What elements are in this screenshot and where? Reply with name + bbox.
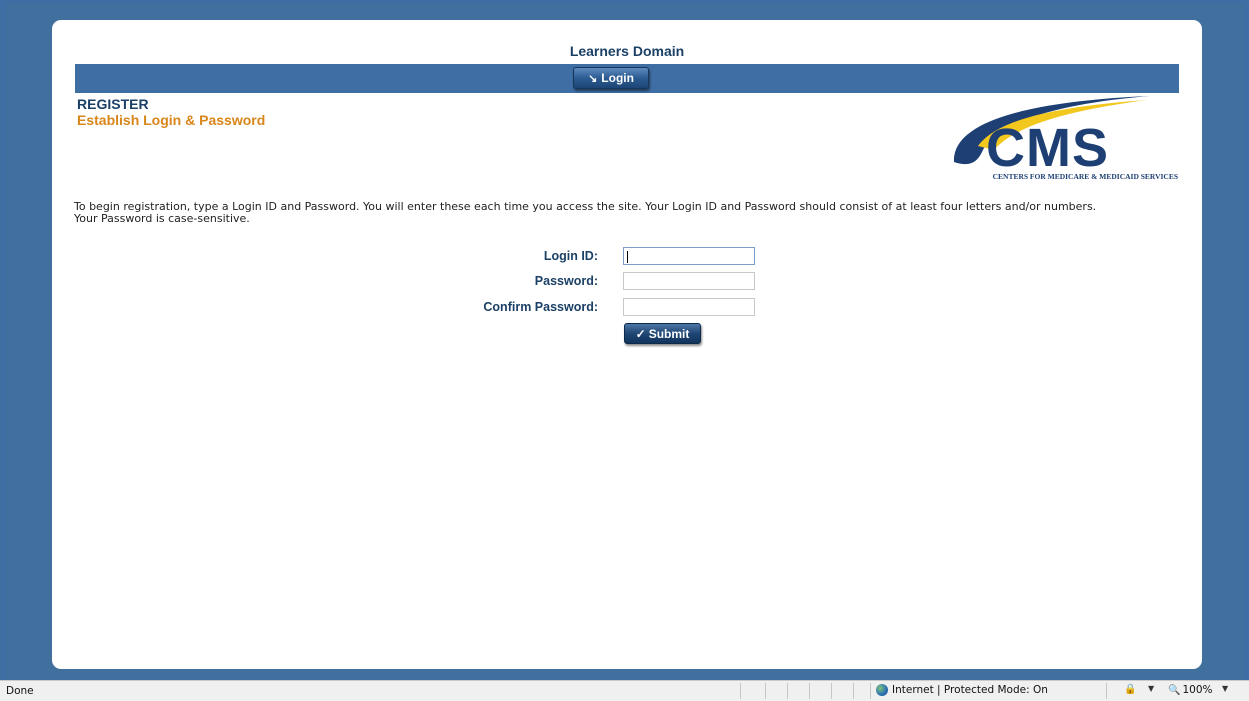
- login-id-row: Login ID:: [432, 247, 812, 267]
- text-caret: [627, 251, 628, 263]
- nav-bar: ↘ Login: [75, 64, 1179, 93]
- login-id-input[interactable]: [623, 247, 755, 265]
- magnifier-icon: 🔍: [1168, 684, 1181, 696]
- browser-viewport: Learners Domain ↘ Login REGISTER Establi…: [6, 4, 1243, 680]
- status-divider: [853, 683, 854, 699]
- status-text: Done: [6, 685, 34, 697]
- password-row: Password:: [432, 272, 812, 292]
- confirm-password-input[interactable]: [623, 298, 755, 316]
- site-title: Learners Domain: [569, 43, 685, 59]
- status-bar: Done Internet | Protected Mode: On 🔒 ▼ 🔍…: [0, 680, 1249, 701]
- page-subtitle: Establish Login & Password: [77, 112, 266, 128]
- security-zone-label: Internet | Protected Mode: On: [892, 684, 1048, 696]
- login-arrow-icon: ↘: [588, 72, 598, 85]
- status-divider: [787, 683, 788, 699]
- login-button[interactable]: ↘ Login: [573, 67, 649, 89]
- submit-button-label: Submit: [648, 326, 690, 341]
- login-id-label: Login ID:: [543, 249, 598, 263]
- globe-icon: [876, 684, 888, 696]
- submit-button[interactable]: ✓ Submit: [624, 323, 701, 344]
- login-button-label: Login: [601, 71, 634, 85]
- cms-logo: CMS CENTERS FOR MEDICARE & MEDICAID SERV…: [942, 96, 1182, 182]
- intro-line-2: Your Password is case-sensitive.: [74, 212, 250, 225]
- password-input[interactable]: [623, 272, 755, 290]
- confirm-password-row: Confirm Password:: [432, 298, 812, 318]
- status-divider: [765, 683, 766, 699]
- protected-mode-icon[interactable]: 🔒: [1124, 684, 1136, 695]
- confirm-password-label: Confirm Password:: [483, 300, 598, 314]
- zoom-level: 100%: [1182, 684, 1213, 696]
- chevron-down-icon[interactable]: ▼: [1222, 684, 1228, 693]
- password-label: Password:: [534, 274, 598, 288]
- status-divider: [831, 683, 832, 699]
- security-zone[interactable]: Internet | Protected Mode: On: [876, 684, 1048, 696]
- status-divider: [740, 683, 741, 699]
- status-divider: [1106, 683, 1107, 699]
- zoom-control[interactable]: 🔍 100%: [1168, 684, 1212, 696]
- status-divider: [809, 683, 810, 699]
- logo-text: CMS: [986, 118, 1109, 178]
- page-title: REGISTER: [77, 96, 149, 112]
- content-card: Learners Domain ↘ Login REGISTER Establi…: [52, 20, 1202, 669]
- status-divider: [870, 683, 871, 699]
- checkmark-icon: ✓: [635, 326, 646, 341]
- logo-tagline: CENTERS FOR MEDICARE & MEDICAID SERVICES: [993, 172, 1178, 181]
- chevron-down-icon[interactable]: ▼: [1148, 684, 1154, 693]
- intro-text: To begin registration, type a Login ID a…: [74, 201, 1174, 225]
